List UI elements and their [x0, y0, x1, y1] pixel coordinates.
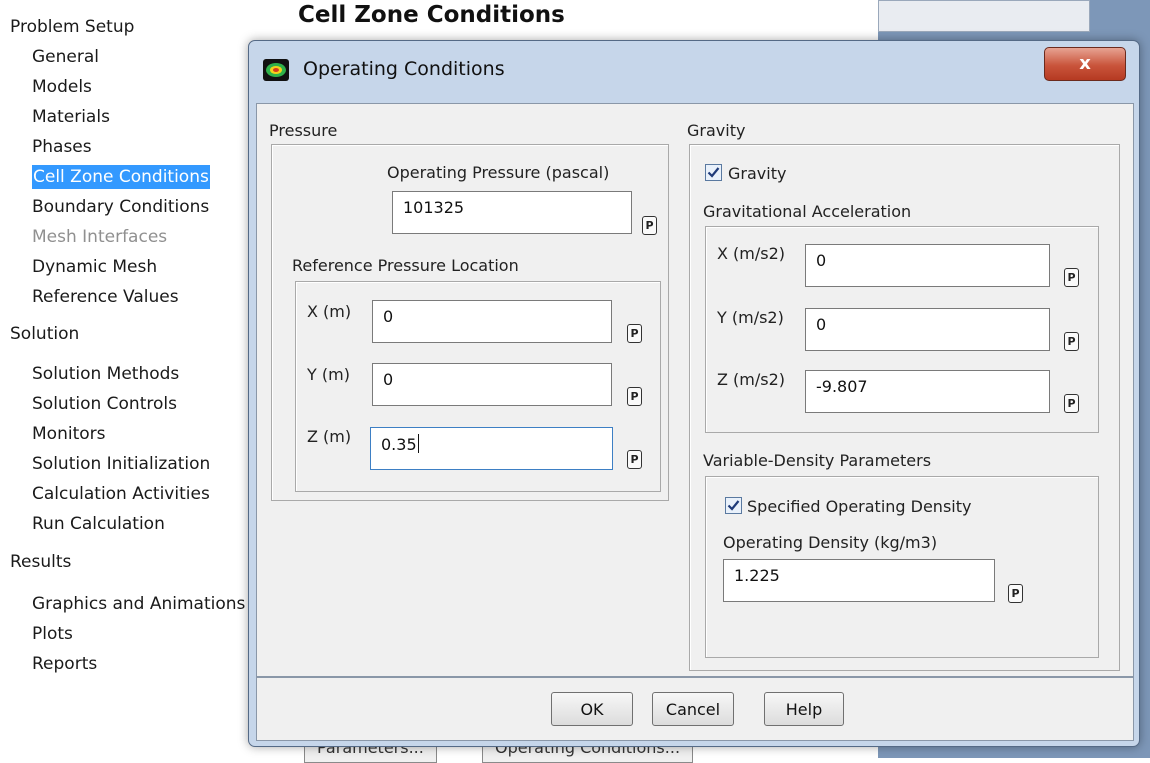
nav-item-models[interactable]: Models [32, 75, 92, 99]
operating-density-input[interactable]: 1.225 [723, 559, 995, 602]
gravity-group-label: Gravity [687, 121, 746, 140]
variable-density-label: Variable-Density Parameters [703, 451, 932, 470]
nav-item-materials[interactable]: Materials [32, 105, 110, 129]
grav-x-parameter-button[interactable]: P [1064, 268, 1079, 287]
specified-density-checkbox-label[interactable]: Specified Operating Density [747, 497, 971, 516]
nav-section-problem-setup[interactable]: Problem Setup [10, 15, 134, 39]
close-icon: x [1079, 53, 1091, 74]
cancel-button[interactable]: Cancel [652, 692, 734, 726]
ref-x-input[interactable]: 0 [372, 300, 612, 343]
close-button[interactable]: x [1044, 47, 1126, 81]
operating-density-label: Operating Density (kg/m3) [723, 533, 938, 552]
grav-x-label: X (m/s2) [717, 244, 786, 263]
nav-section-solution[interactable]: Solution [10, 322, 79, 346]
dialog-title: Operating Conditions [303, 58, 505, 80]
reference-pressure-location-label: Reference Pressure Location [292, 256, 519, 275]
checkmark-icon [727, 500, 740, 511]
nav-item-solution-controls[interactable]: Solution Controls [32, 392, 177, 416]
nav-item-boundary-conditions[interactable]: Boundary Conditions [32, 195, 209, 219]
checkmark-icon [707, 167, 720, 178]
dialog-client-area: Pressure Operating Pressure (pascal) 101… [256, 103, 1134, 677]
nav-item-calculation-activities[interactable]: Calculation Activities [32, 482, 210, 506]
ref-x-parameter-button[interactable]: P [627, 324, 642, 343]
nav-item-monitors[interactable]: Monitors [32, 422, 105, 446]
nav-item-solution-initialization[interactable]: Solution Initialization [32, 452, 210, 476]
grav-y-label: Y (m/s2) [717, 308, 784, 327]
operating-density-parameter-button[interactable]: P [1008, 584, 1023, 603]
ref-z-label: Z (m) [307, 427, 352, 446]
nav-item-reports[interactable]: Reports [32, 652, 97, 676]
grav-y-input[interactable]: 0 [805, 308, 1050, 351]
nav-item-mesh-interfaces: Mesh Interfaces [32, 227, 168, 247]
gravity-checkbox[interactable] [705, 164, 722, 181]
nav-item-graphics-and-animations[interactable]: Graphics and Animations [32, 592, 245, 616]
nav-item-cell-zone-conditions[interactable]: Cell Zone Conditions [32, 165, 210, 189]
dialog-titlebar[interactable]: Operating Conditions x [249, 41, 1139, 103]
nav-item-general[interactable]: General [32, 45, 99, 69]
ref-z-value: 0.35 [381, 435, 417, 454]
operating-pressure-parameter-button[interactable]: P [642, 216, 657, 235]
dialog-footer: OK Cancel Help [256, 677, 1134, 741]
grav-x-input[interactable]: 0 [805, 244, 1050, 287]
grav-z-parameter-button[interactable]: P [1064, 394, 1079, 413]
operating-pressure-label: Operating Pressure (pascal) [387, 163, 610, 182]
nav-item-run-calculation[interactable]: Run Calculation [32, 512, 165, 536]
grav-z-label: Z (m/s2) [717, 370, 786, 389]
gravitational-acceleration-label: Gravitational Acceleration [703, 202, 912, 221]
nav-item-reference-values[interactable]: Reference Values [32, 285, 179, 309]
nav-item-solution-methods[interactable]: Solution Methods [32, 362, 179, 386]
ref-z-input[interactable]: 0.35 [370, 427, 613, 470]
help-button[interactable]: Help [764, 692, 844, 726]
nav-item-phases[interactable]: Phases [32, 135, 92, 159]
ref-y-input[interactable]: 0 [372, 363, 612, 406]
navigation-tree: Problem Setup General Models Materials P… [0, 0, 262, 758]
text-cursor [417, 434, 419, 453]
panel-title: Cell Zone Conditions [298, 2, 565, 28]
ref-y-label: Y (m) [307, 365, 350, 384]
ref-z-parameter-button[interactable]: P [627, 450, 642, 469]
operating-conditions-dialog: Operating Conditions x Pressure Operatin… [248, 40, 1140, 747]
ok-button[interactable]: OK [551, 692, 633, 726]
grav-z-input[interactable]: -9.807 [805, 370, 1050, 413]
fluent-app-icon [263, 59, 289, 81]
operating-pressure-input[interactable]: 101325 [392, 191, 632, 234]
nav-item-plots[interactable]: Plots [32, 622, 73, 646]
nav-item-dynamic-mesh[interactable]: Dynamic Mesh [32, 255, 157, 279]
grav-y-parameter-button[interactable]: P [1064, 332, 1079, 351]
gravity-checkbox-label[interactable]: Gravity [728, 164, 786, 183]
ref-x-label: X (m) [307, 302, 352, 321]
graphics-window-dropdown[interactable] [878, 0, 1090, 32]
nav-section-results[interactable]: Results [10, 550, 71, 574]
ref-y-parameter-button[interactable]: P [627, 387, 642, 406]
specified-density-checkbox[interactable] [725, 497, 742, 514]
pressure-group-label: Pressure [269, 121, 338, 140]
